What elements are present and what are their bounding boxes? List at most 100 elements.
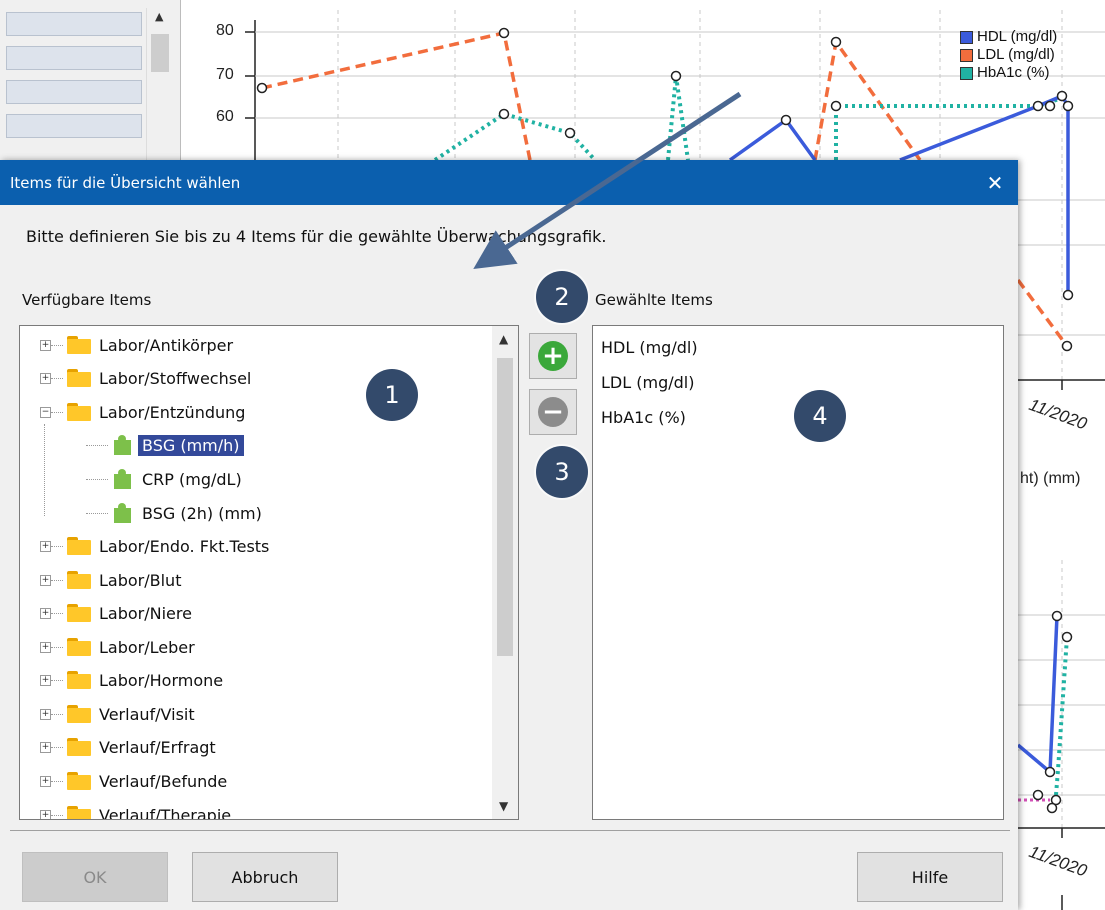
- tree-item[interactable]: CRP (mg/dL): [86, 465, 242, 493]
- dialog-separator: [10, 830, 1010, 831]
- folder-icon: [67, 806, 91, 819]
- tree-node-label: Labor/Niere: [99, 603, 192, 623]
- folder-icon: [67, 336, 91, 354]
- annotation-badge-2: 2: [536, 271, 588, 323]
- minus-icon: −: [538, 397, 568, 427]
- expand-icon[interactable]: +: [40, 641, 51, 653]
- folder-icon: [67, 604, 91, 622]
- list-item[interactable]: HbA1c (%): [601, 408, 686, 427]
- expand-icon[interactable]: +: [40, 540, 51, 552]
- tree-node-label: Labor/Hormone: [99, 670, 224, 690]
- remove-item-button[interactable]: −: [529, 389, 577, 435]
- folder-icon: [67, 738, 91, 756]
- available-items-tree[interactable]: + Labor/Antikörper + Labor/Stoffwechsel …: [19, 325, 519, 820]
- folder-icon: [67, 369, 91, 387]
- legend-item: HbA1c (%): [960, 64, 1057, 82]
- list-item[interactable]: LDL (mg/dl): [601, 373, 694, 392]
- tree-folder[interactable]: + Verlauf/Visit: [40, 700, 195, 728]
- scroll-down-icon[interactable]: ▼: [499, 799, 508, 813]
- tree-folder[interactable]: + Labor/Stoffwechsel: [40, 364, 251, 392]
- y-tick-label: 70: [216, 66, 234, 83]
- tree-folder[interactable]: + Labor/Antikörper: [40, 331, 233, 359]
- tree-item-selected[interactable]: BSG (mm/h): [86, 431, 244, 459]
- expand-icon[interactable]: +: [40, 775, 51, 787]
- plus-icon: +: [538, 341, 568, 371]
- tree-folder[interactable]: + Labor/Leber: [40, 633, 195, 661]
- y-tick-label: 60: [216, 108, 234, 125]
- folder-icon: [67, 772, 91, 790]
- chart-legend: HDL (mg/dl) LDL (mg/dl) HbA1c (%): [960, 28, 1057, 82]
- expand-icon[interactable]: +: [40, 674, 51, 686]
- expand-icon[interactable]: +: [40, 708, 51, 720]
- tree-folder[interactable]: + Verlauf/Erfragt: [40, 733, 216, 761]
- tree-folder[interactable]: + Labor/Hormone: [40, 666, 223, 694]
- tree-folder-expanded[interactable]: − Labor/Entzündung: [40, 398, 245, 426]
- tree-node-label: Verlauf/Erfragt: [99, 737, 216, 757]
- legend-label: LDL (mg/dl): [977, 46, 1055, 63]
- y-tick-label: 80: [216, 22, 234, 39]
- folder-icon: [67, 571, 91, 589]
- close-icon[interactable]: ✕: [972, 171, 1018, 195]
- tree-scrollbar[interactable]: ▲ ▼: [492, 326, 518, 819]
- chart-subtitle: ht) (mm): [1020, 470, 1081, 487]
- dialog-title: Items für die Übersicht wählen: [10, 173, 241, 192]
- collapse-icon[interactable]: −: [40, 406, 51, 418]
- expand-icon[interactable]: +: [40, 339, 51, 351]
- tree-folder[interactable]: + Labor/Blut: [40, 566, 181, 594]
- selected-items-list[interactable]: HDL (mg/dl) LDL (mg/dl) HbA1c (%): [592, 325, 1004, 820]
- help-button[interactable]: Hilfe: [857, 852, 1003, 902]
- legend-swatch: [960, 30, 973, 44]
- tree-node-label: CRP (mg/dL): [142, 469, 242, 489]
- expand-icon[interactable]: +: [40, 607, 51, 619]
- tree-node-label: Labor/Leber: [99, 637, 195, 657]
- tree-node-label: Labor/Endo. Fkt.Tests: [99, 536, 270, 556]
- tree-item[interactable]: BSG (2h) (mm): [86, 499, 262, 527]
- puzzle-piece-icon: [112, 435, 134, 455]
- ok-button[interactable]: OK: [22, 852, 168, 902]
- dialog-titlebar[interactable]: Items für die Übersicht wählen ✕: [0, 160, 1018, 205]
- tree-node-label: Labor/Entzündung: [99, 402, 246, 422]
- tree-folder[interactable]: + Labor/Niere: [40, 599, 192, 627]
- list-item[interactable]: HDL (mg/dl): [601, 338, 698, 357]
- legend-swatch: [960, 48, 973, 62]
- instruction-text: Bitte definieren Sie bis zu 4 Items für …: [26, 227, 607, 246]
- tree-folder[interactable]: + Verlauf/Therapie: [40, 801, 232, 820]
- folder-icon: [67, 705, 91, 723]
- tree-node-label: Labor/Stoffwechsel: [99, 368, 252, 388]
- puzzle-piece-icon: [112, 503, 134, 523]
- expand-icon[interactable]: +: [40, 741, 51, 753]
- tree-node-label: Verlauf/Visit: [99, 704, 195, 724]
- cancel-button[interactable]: Abbruch: [192, 852, 338, 902]
- tree-folder[interactable]: + Verlauf/Befunde: [40, 767, 227, 795]
- tree-folder[interactable]: + Labor/Endo. Fkt.Tests: [40, 532, 269, 560]
- selected-items-label: Gewählte Items: [595, 291, 713, 309]
- expand-icon[interactable]: +: [40, 809, 51, 819]
- expand-icon[interactable]: +: [40, 574, 51, 586]
- scroll-thumb[interactable]: [497, 358, 513, 656]
- folder-icon: [67, 537, 91, 555]
- available-items-label: Verfügbare Items: [22, 291, 152, 309]
- legend-label: HDL (mg/dl): [977, 28, 1058, 45]
- annotation-badge-1: 1: [366, 369, 418, 421]
- tree-node-label: Verlauf/Therapie: [99, 805, 232, 820]
- legend-item: LDL (mg/dl): [960, 46, 1057, 64]
- tree-node-label: Labor/Blut: [99, 570, 182, 590]
- tree-node-label: BSG (mm/h): [138, 434, 244, 456]
- folder-icon: [67, 671, 91, 689]
- folder-icon: [67, 638, 91, 656]
- expand-icon[interactable]: +: [40, 372, 51, 384]
- legend-label: HbA1c (%): [977, 64, 1050, 81]
- tree-node-label: Verlauf/Befunde: [99, 771, 228, 791]
- folder-icon: [67, 403, 91, 421]
- tree-node-label: BSG (2h) (mm): [142, 503, 262, 523]
- add-item-button[interactable]: +: [529, 333, 577, 379]
- scroll-up-icon[interactable]: ▲: [499, 332, 508, 346]
- legend-swatch: [960, 66, 973, 80]
- tree-node-label: Labor/Antikörper: [99, 335, 234, 355]
- tree-connector: [44, 424, 45, 516]
- annotation-badge-4: 4: [794, 390, 846, 442]
- select-items-dialog: Items für die Übersicht wählen ✕ Bitte d…: [0, 160, 1018, 910]
- annotation-badge-3: 3: [536, 446, 588, 498]
- legend-item: HDL (mg/dl): [960, 28, 1057, 46]
- puzzle-piece-icon: [112, 469, 134, 489]
